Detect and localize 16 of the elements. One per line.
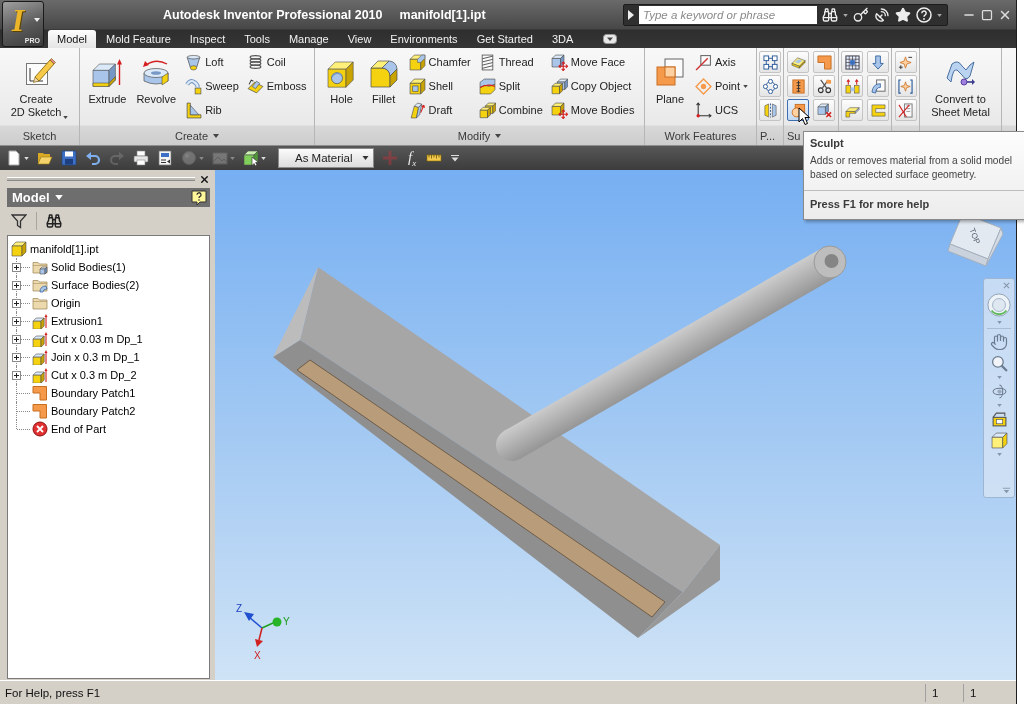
panel-title: P... — [760, 129, 776, 142]
axis-label: Y — [283, 616, 290, 627]
document-name: manifold[1].ipt — [399, 8, 486, 22]
status-field: 1 — [963, 683, 1001, 702]
axis-label: X — [254, 650, 261, 661]
view-cube-label: TOP — [967, 226, 982, 246]
status-field: 1 — [925, 683, 963, 702]
axis-label: Z — [236, 603, 243, 614]
panel-title: Su — [787, 129, 801, 142]
tooltip-description: Adds or removes material from a solid model based on selected surface geometry. — [809, 154, 1014, 182]
status-text: For Help, press F1 — [5, 686, 102, 699]
tooltip-help: Press F1 for more help — [804, 190, 1024, 219]
tooltip-title: Sculpt — [809, 136, 845, 149]
window-title: Autodesk Inventor Professional 2010 — [163, 8, 383, 22]
panel-title: Sketch — [22, 129, 57, 142]
panel-title: Work Features — [664, 129, 737, 142]
